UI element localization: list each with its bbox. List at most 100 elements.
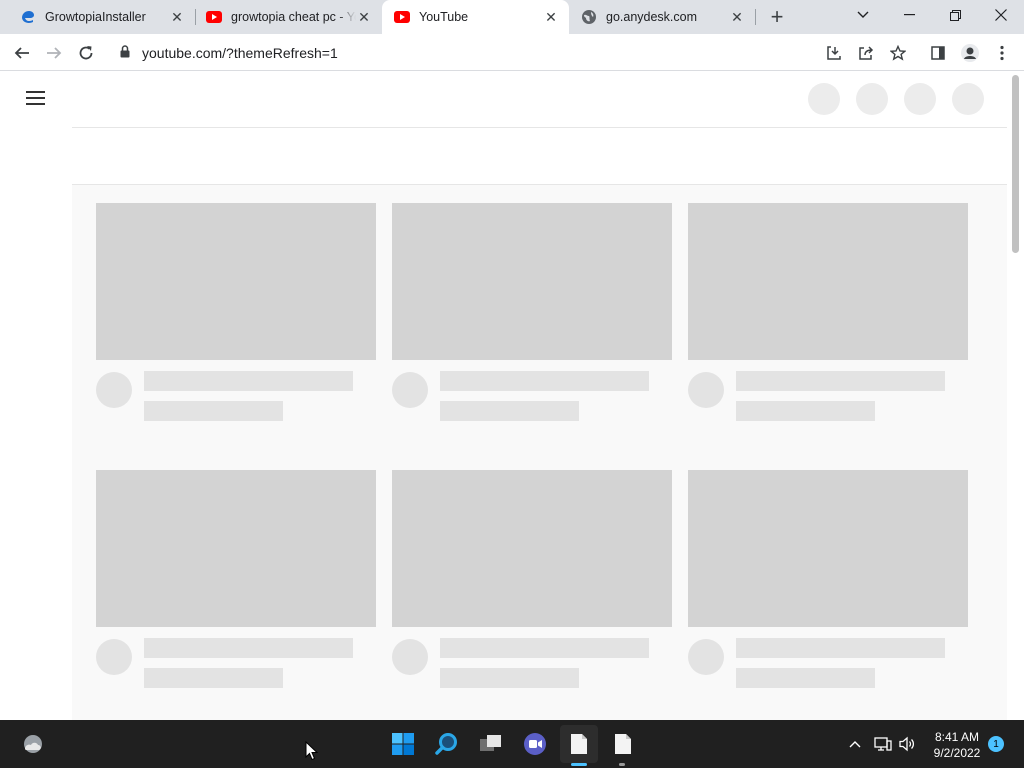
close-icon xyxy=(995,9,1007,21)
channel-avatar-placeholder xyxy=(96,639,132,675)
minimize-button[interactable] xyxy=(886,0,932,30)
meta-placeholder xyxy=(736,401,875,421)
task-view-icon xyxy=(480,735,501,751)
edge-installer-icon xyxy=(20,9,36,25)
url-text[interactable]: youtube.com/?themeRefresh=1 xyxy=(142,45,338,61)
lock-icon[interactable] xyxy=(120,45,130,63)
bookmark-button[interactable] xyxy=(884,39,912,67)
meta-placeholder xyxy=(736,668,875,688)
tab-title: YouTube xyxy=(419,10,469,24)
share-icon xyxy=(859,46,874,60)
task-view-button[interactable] xyxy=(476,729,506,759)
title-placeholder xyxy=(736,638,945,658)
header-placeholder-circle xyxy=(952,83,984,115)
arrow-left-icon xyxy=(14,47,29,59)
browser-menu-button[interactable] xyxy=(988,39,1016,67)
channel-avatar-placeholder xyxy=(392,639,428,675)
hamburger-menu-icon[interactable] xyxy=(26,90,46,106)
youtube-icon xyxy=(206,9,222,25)
tab-growtopia-cheat[interactable]: growtopia cheat pc - YouTube ✕ xyxy=(196,0,382,34)
tab-title: GrowtopiaInstaller xyxy=(45,10,146,24)
restore-button[interactable] xyxy=(932,0,978,30)
notification-badge[interactable]: 1 xyxy=(988,736,1004,752)
side-panel-button[interactable] xyxy=(924,39,952,67)
tab-youtube[interactable]: YouTube ✕ xyxy=(382,0,569,34)
search-button[interactable] xyxy=(432,729,462,759)
thumbnail-placeholder xyxy=(96,203,376,360)
meta-placeholder xyxy=(144,668,283,688)
thumbnail-placeholder xyxy=(392,470,672,627)
arrow-right-icon xyxy=(47,47,62,59)
document-icon xyxy=(571,734,587,754)
chevron-down-icon xyxy=(857,11,869,18)
running-indicator xyxy=(619,763,625,766)
chevron-up-icon xyxy=(849,741,861,748)
thumbnail-placeholder xyxy=(688,203,968,360)
profile-button[interactable] xyxy=(956,39,984,67)
title-placeholder xyxy=(440,638,649,658)
install-icon xyxy=(827,46,841,60)
star-icon xyxy=(890,45,906,61)
mouse-cursor-icon xyxy=(305,741,319,761)
speaker-icon xyxy=(899,736,915,752)
taskbar-app-document-2[interactable] xyxy=(608,729,638,759)
channel-avatar-placeholder xyxy=(688,639,724,675)
channel-avatar-placeholder xyxy=(688,372,724,408)
reload-button[interactable] xyxy=(72,39,100,67)
header-divider xyxy=(72,127,1007,128)
weather-widget-icon[interactable] xyxy=(18,729,48,759)
back-button[interactable] xyxy=(8,39,36,67)
title-placeholder xyxy=(144,371,353,391)
install-app-button[interactable] xyxy=(820,39,848,67)
clock-time: 8:41 AM xyxy=(934,730,980,744)
forward-button[interactable] xyxy=(40,39,68,67)
header-placeholder-circle xyxy=(904,83,936,115)
title-placeholder xyxy=(144,638,353,658)
network-icon xyxy=(874,737,892,751)
share-button[interactable] xyxy=(852,39,880,67)
taskbar-app-document[interactable] xyxy=(564,729,594,759)
meta-placeholder xyxy=(440,401,579,421)
volume-button[interactable] xyxy=(892,729,922,759)
youtube-page xyxy=(0,71,1024,720)
youtube-icon xyxy=(394,9,410,25)
close-tab-icon[interactable]: ✕ xyxy=(169,9,185,25)
browser-toolbar: youtube.com/?themeRefresh=1 xyxy=(0,34,1024,71)
show-hidden-icons-button[interactable] xyxy=(840,729,870,759)
tab-divider xyxy=(755,9,756,25)
side-panel-icon xyxy=(931,46,945,60)
meta-placeholder xyxy=(440,668,579,688)
tab-growtopia-installer[interactable]: GrowtopiaInstaller ✕ xyxy=(0,0,195,34)
page-scrollbar[interactable] xyxy=(1007,71,1024,720)
thumbnail-placeholder xyxy=(688,470,968,627)
start-button[interactable] xyxy=(388,729,418,759)
chat-icon xyxy=(524,733,546,755)
scrollbar-thumb[interactable] xyxy=(1012,75,1019,253)
close-window-button[interactable] xyxy=(978,0,1024,30)
channel-avatar-placeholder xyxy=(96,372,132,408)
header-placeholder-circle xyxy=(856,83,888,115)
reload-icon xyxy=(79,46,93,60)
close-tab-icon[interactable]: ✕ xyxy=(543,9,559,25)
video-feed-skeleton xyxy=(72,185,1007,720)
tab-anydesk[interactable]: go.anydesk.com ✕ xyxy=(569,0,755,34)
more-vertical-icon xyxy=(1000,45,1004,61)
clock-date: 9/2/2022 xyxy=(933,746,981,760)
tab-search-button[interactable] xyxy=(840,0,886,30)
teams-chat-button[interactable] xyxy=(520,729,550,759)
search-icon xyxy=(435,733,457,755)
minimize-icon xyxy=(903,14,915,16)
address-bar[interactable]: youtube.com/?themeRefresh=1 xyxy=(108,37,916,68)
close-tab-icon[interactable]: ✕ xyxy=(729,9,745,25)
running-indicator xyxy=(571,763,587,766)
new-tab-button[interactable]: + xyxy=(765,4,789,29)
document-icon xyxy=(615,734,631,754)
close-tab-icon[interactable]: ✕ xyxy=(356,9,372,25)
windows-logo-icon xyxy=(392,733,414,755)
meta-placeholder xyxy=(144,401,283,421)
profile-avatar-icon xyxy=(961,44,979,62)
system-clock[interactable]: 8:41 AM 9/2/2022 xyxy=(926,729,988,761)
thumbnail-placeholder xyxy=(392,203,672,360)
channel-avatar-placeholder xyxy=(392,372,428,408)
tab-title: growtopia cheat pc - YouTube xyxy=(231,10,356,24)
